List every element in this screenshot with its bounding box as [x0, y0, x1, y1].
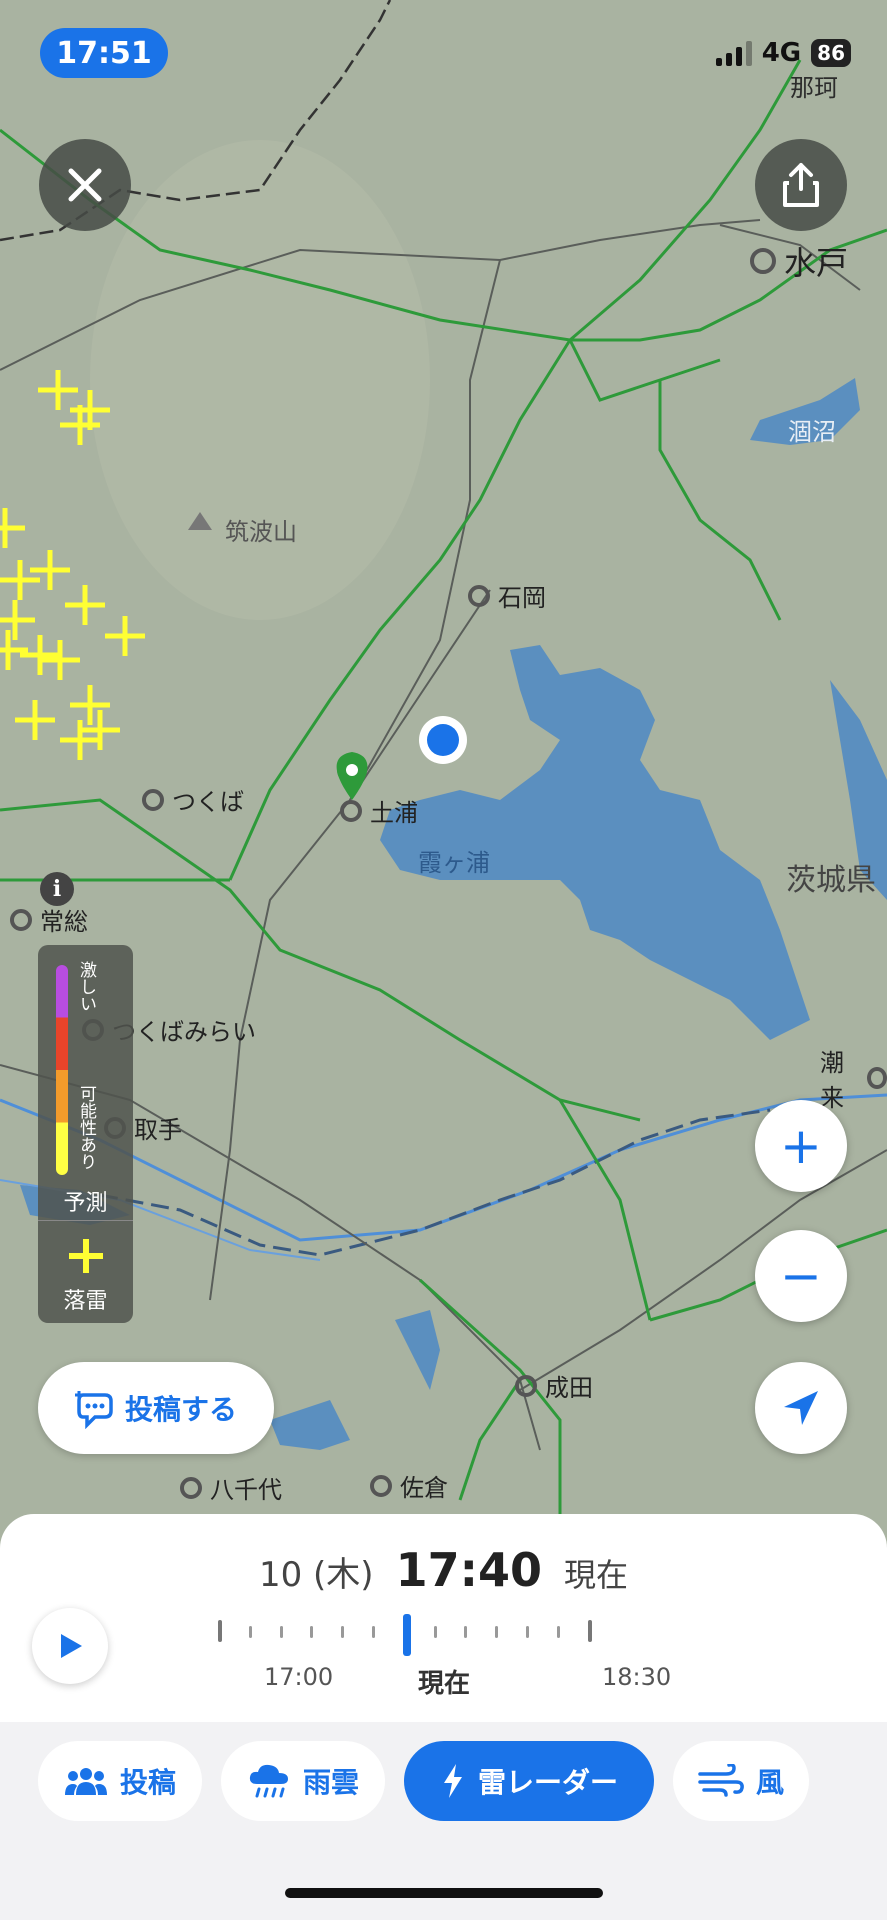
- zoom-in-button[interactable]: +: [755, 1100, 847, 1192]
- tick-label-start: 17:00: [264, 1663, 334, 1691]
- post-button[interactable]: 投稿する: [38, 1362, 274, 1454]
- wind-icon: [698, 1764, 744, 1797]
- legend-possible-label: 可能性あり: [76, 1085, 96, 1170]
- timeline-tick: [248, 1626, 252, 1638]
- place-sakura: 佐倉: [370, 1468, 448, 1503]
- rain-cloud-icon: [249, 1764, 288, 1798]
- place-naka: 那珂: [790, 74, 838, 102]
- play-icon: [61, 1634, 82, 1658]
- tab-lightning-radar-label: 雷レーダー: [477, 1766, 618, 1799]
- timeline-tick: [279, 1626, 283, 1638]
- timeline-tick: [525, 1626, 529, 1638]
- signal-icon: [715, 40, 752, 66]
- timeline-tick: [371, 1626, 375, 1638]
- lightning-strike-icon: [69, 1239, 103, 1273]
- legend-strong-label: 激しい: [76, 961, 96, 1012]
- zoom-out-button[interactable]: −: [755, 1230, 847, 1322]
- place-kasumigaura: 霞ヶ浦: [418, 849, 490, 877]
- legend-divider: [38, 1220, 133, 1221]
- place-mito: 水戸: [750, 238, 848, 284]
- legend-forecast-label: 予測: [63, 1191, 108, 1216]
- place-ishioka: 石岡: [468, 578, 546, 613]
- minus-icon: −: [780, 1247, 822, 1305]
- place-yachiyo: 八千代: [180, 1470, 282, 1505]
- tab-rain-cloud[interactable]: 雨雲: [221, 1741, 385, 1821]
- network-type: 4G: [761, 38, 802, 68]
- close-button[interactable]: [39, 139, 131, 231]
- timeline-now-label: 現在: [564, 1556, 629, 1594]
- timeline-tick: [464, 1626, 468, 1638]
- tab-rain-cloud-label: 雨雲: [302, 1766, 359, 1799]
- place-itako: 潮来: [820, 1043, 887, 1113]
- timeline-tick: [587, 1620, 592, 1642]
- timeline-tick: [310, 1626, 314, 1638]
- locate-button[interactable]: [755, 1362, 847, 1454]
- timeline-tick: [402, 1614, 411, 1656]
- map-view[interactable]: [0, 0, 887, 1520]
- tab-post[interactable]: 投稿: [38, 1741, 202, 1821]
- place-tsuchiura: 土浦: [340, 793, 418, 828]
- lightning-icon: [443, 1764, 462, 1798]
- place-narita: 成田: [515, 1368, 593, 1403]
- home-indicator: [285, 1888, 603, 1898]
- timeline-tick: [218, 1620, 222, 1642]
- legend-gradient-bar: [56, 965, 68, 1175]
- play-button[interactable]: [32, 1608, 108, 1684]
- timeline-tick: [341, 1626, 345, 1638]
- timeline-time: 17:40: [395, 1543, 543, 1597]
- plus-icon: +: [780, 1117, 822, 1175]
- tick-label-end: 18:30: [602, 1663, 672, 1691]
- close-icon: [68, 168, 102, 202]
- tab-wind-label: 風: [755, 1766, 784, 1799]
- timeline-date: 10 (木): [258, 1555, 374, 1595]
- status-indicators: 4G 86: [715, 38, 851, 68]
- tick-label-now: 現在: [418, 1669, 471, 1699]
- add-comment-icon: [74, 1391, 113, 1429]
- timeline-tick: [433, 1626, 437, 1638]
- timeline-slider[interactable]: [200, 1614, 700, 1656]
- legend-strike-label: 落雷: [63, 1289, 108, 1314]
- timeline-tick: [495, 1626, 499, 1638]
- status-time: 17:51: [40, 28, 168, 78]
- place-tsukubasan: 筑波山: [225, 518, 297, 546]
- share-icon: [783, 163, 819, 207]
- place-joso: 常総: [10, 902, 88, 937]
- place-hinuma: 涸沼: [788, 418, 836, 446]
- tab-post-label: 投稿: [119, 1766, 176, 1799]
- timeline-header: 10 (木) 17:40 現在: [0, 1543, 887, 1597]
- place-tsukuba: つくば: [142, 782, 244, 817]
- navigation-arrow-icon: [784, 1391, 818, 1425]
- info-icon[interactable]: i: [40, 872, 74, 906]
- timeline-tick: [556, 1626, 560, 1638]
- post-button-label: 投稿する: [124, 1393, 237, 1426]
- battery-level: 86: [811, 39, 851, 67]
- people-icon: [64, 1768, 107, 1795]
- tab-wind[interactable]: 風: [673, 1741, 809, 1821]
- legend-panel: 激しい 可能性あり 予測 落雷: [38, 945, 133, 1323]
- share-button[interactable]: [755, 139, 847, 231]
- tab-lightning-radar[interactable]: 雷レーダー: [404, 1741, 654, 1821]
- place-ibaraki: 茨城県: [786, 863, 876, 898]
